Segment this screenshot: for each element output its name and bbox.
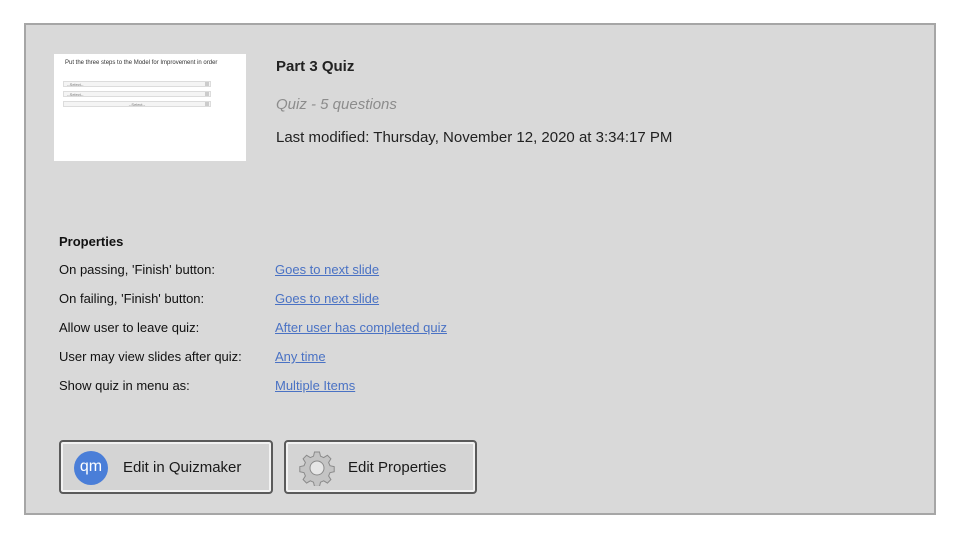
edit-properties-button[interactable]: Edit Properties (284, 440, 477, 494)
failing-finish-label: On failing, 'Finish' button: (59, 291, 205, 306)
thumbnail-select-2: --Select-- (63, 91, 211, 97)
edit-in-quizmaker-button[interactable]: qm Edit in Quizmaker (59, 440, 273, 494)
leave-quiz-label: Allow user to leave quiz: (59, 320, 200, 335)
view-slides-label: User may view slides after quiz: (59, 349, 242, 364)
last-modified: Last modified: Thursday, November 12, 20… (276, 129, 673, 146)
thumbnail-select-1: --Select-- (63, 81, 211, 87)
thumbnail-select-3: --Select-- (63, 101, 211, 107)
thumbnail-question: Put the three steps to the Model for Imp… (65, 60, 218, 66)
properties-heading: Properties (59, 234, 124, 249)
quizmaker-logo-icon: qm (74, 451, 108, 485)
view-slides-link[interactable]: Any time (275, 349, 326, 364)
edit-in-quizmaker-label: Edit in Quizmaker (123, 459, 242, 476)
quiz-title: Part 3 Quiz (276, 58, 355, 75)
passing-finish-link[interactable]: Goes to next slide (275, 262, 379, 277)
failing-finish-link[interactable]: Goes to next slide (275, 291, 379, 306)
menu-display-label: Show quiz in menu as: (59, 378, 190, 393)
menu-display-link[interactable]: Multiple Items (275, 378, 355, 393)
gear-icon (299, 451, 335, 486)
quiz-subtitle: Quiz - 5 questions (276, 96, 397, 113)
leave-quiz-link[interactable]: After user has completed quiz (275, 320, 447, 335)
edit-properties-label: Edit Properties (348, 459, 447, 476)
quiz-thumbnail[interactable]: Put the three steps to the Model for Imp… (54, 54, 246, 161)
passing-finish-label: On passing, 'Finish' button: (59, 262, 215, 277)
